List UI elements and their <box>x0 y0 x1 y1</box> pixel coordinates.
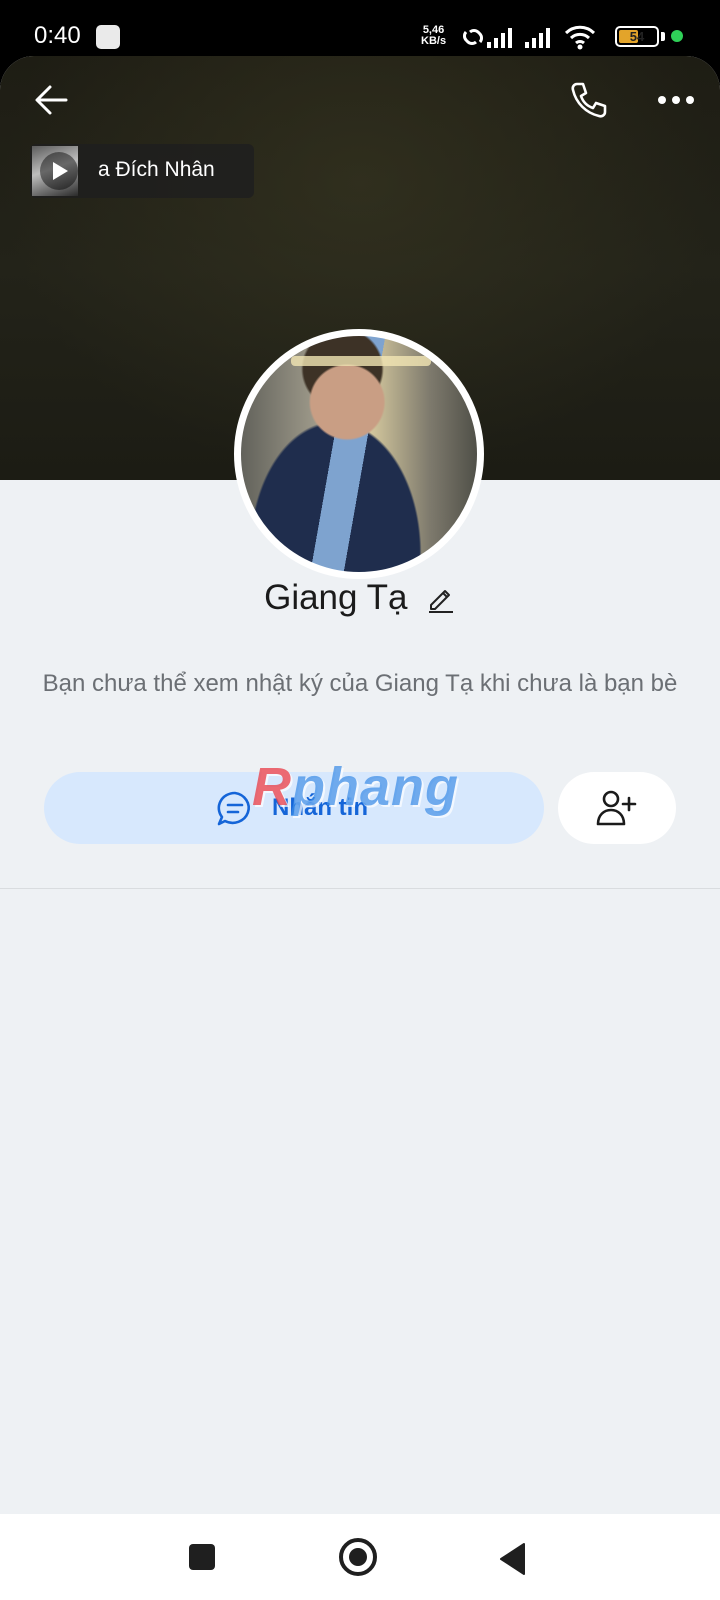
status-time: 0:40 <box>34 22 81 49</box>
privacy-indicator-dot <box>671 30 683 42</box>
phone-icon <box>571 82 607 118</box>
signal-2-icon <box>525 28 550 48</box>
edit-icon[interactable] <box>426 583 456 613</box>
add-friend-icon <box>596 790 637 826</box>
avatar-photo-detail <box>291 356 431 366</box>
message-button-label: Nhắn tin <box>272 794 368 821</box>
profile-music-chip[interactable]: a Đích Nhân <box>30 144 254 198</box>
name-row: Giang Tạ <box>0 578 720 626</box>
back-button[interactable] <box>30 78 74 122</box>
battery-tip <box>661 32 665 41</box>
privacy-note: Bạn chưa thể xem nhật ký của Giang Tạ kh… <box>42 670 678 697</box>
message-button[interactable]: Nhắn tin <box>44 772 544 844</box>
avatar[interactable] <box>234 329 484 579</box>
divider <box>0 888 720 889</box>
battery-level: 54 <box>629 29 645 44</box>
arrow-left-icon <box>35 85 68 115</box>
back-triangle-icon[interactable] <box>498 1542 528 1576</box>
call-button[interactable] <box>566 78 610 122</box>
home-button[interactable] <box>339 1538 377 1576</box>
profile-page: a Đích Nhân Giang Tạ Bạn chưa thể xem nh… <box>0 56 720 1514</box>
more-horizontal-icon <box>658 96 694 104</box>
link-icon <box>463 29 483 45</box>
network-speed-unit: KB/s <box>421 35 447 47</box>
music-title: a Đích Nhân <box>98 158 215 181</box>
recent-apps-button[interactable] <box>189 1544 215 1570</box>
more-button[interactable] <box>654 80 698 120</box>
add-friend-button[interactable] <box>558 772 676 844</box>
signal-1-icon <box>487 28 512 48</box>
profile-name: Giang Tạ <box>264 578 408 617</box>
wifi-icon <box>564 25 596 50</box>
network-speed: 5,46 KB/s <box>421 25 446 47</box>
system-nav-bar <box>0 1514 720 1600</box>
chat-bubble-icon <box>217 791 250 826</box>
notification-icon <box>96 25 120 49</box>
play-icon[interactable] <box>40 152 78 190</box>
battery-icon: 54 <box>615 26 659 47</box>
